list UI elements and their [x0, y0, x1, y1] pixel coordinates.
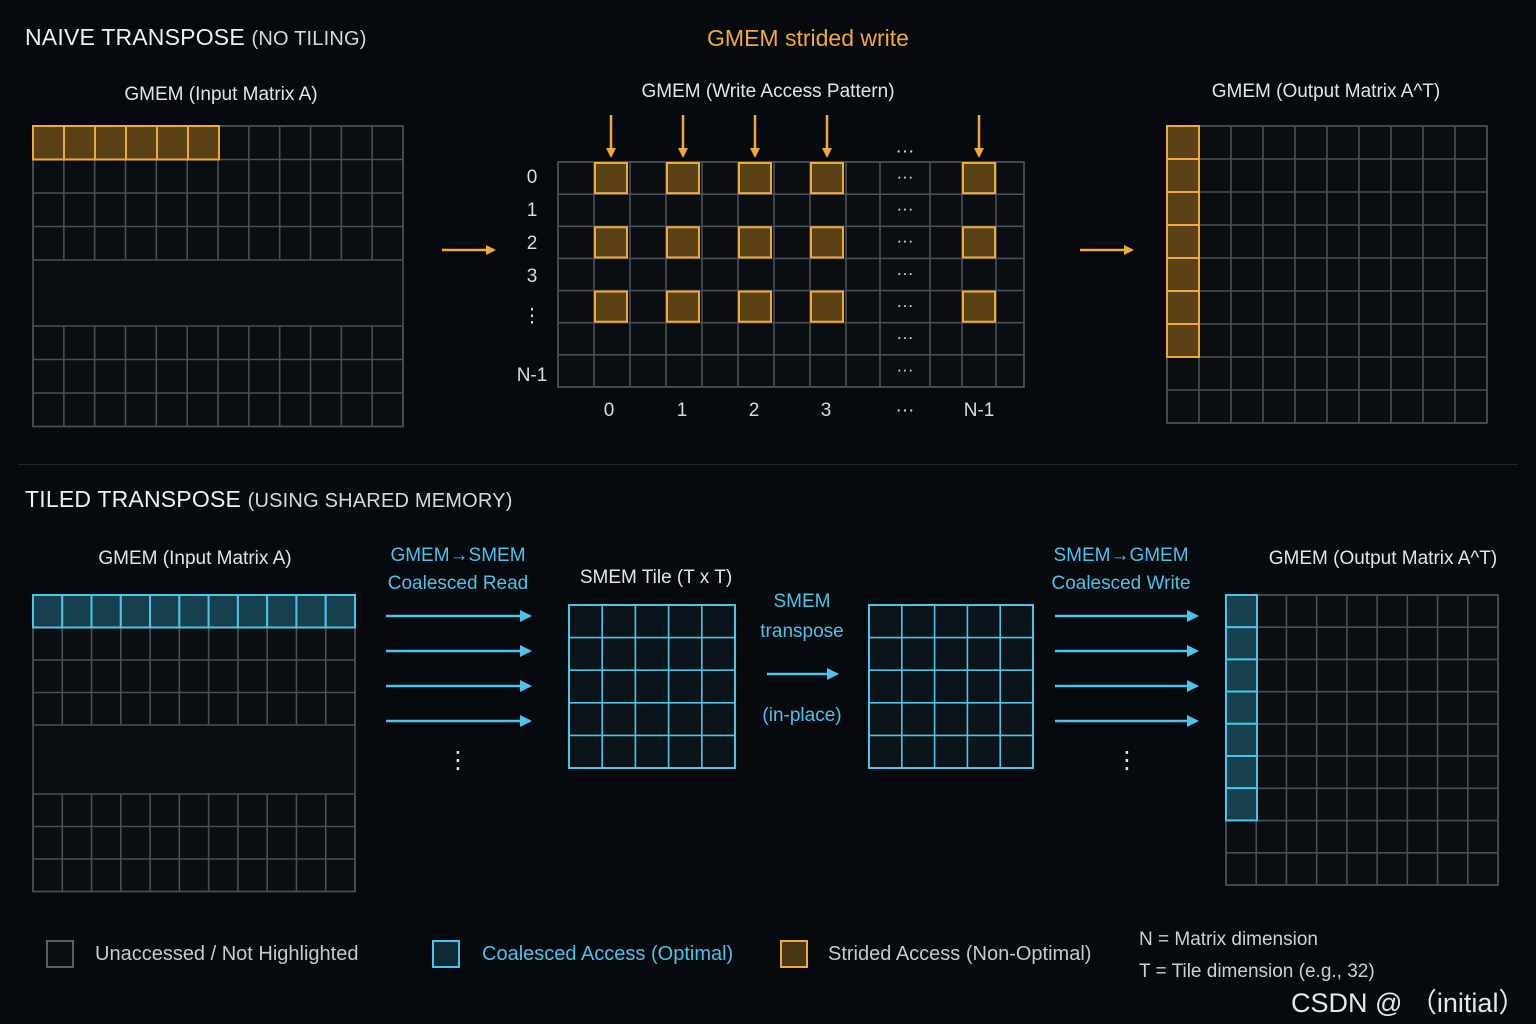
- naive-output-highlight-cell: [1166, 224, 1200, 259]
- naive-input-highlight-cell: [187, 125, 220, 161]
- naive-input-highlight-cell: [32, 125, 65, 161]
- pattern-strided-cell: [810, 226, 844, 259]
- naive-input-highlight-cell: [94, 125, 127, 161]
- tiled-input-coalesced-cell: [324, 594, 356, 629]
- naive-output-highlight-cell: [1166, 323, 1200, 358]
- pattern-strided-cell: [962, 290, 996, 323]
- pattern-grid-frame: [557, 161, 1025, 388]
- tiled-input-coalesced-cell: [61, 594, 93, 629]
- pattern-row-ellipsis: ···: [897, 296, 914, 315]
- naive-output-highlight-cell: [1166, 257, 1200, 292]
- pattern-strided-cell: [666, 226, 700, 259]
- pattern-col-label: 1: [677, 400, 688, 421]
- tiled-output-coalesced-cell: [1225, 787, 1258, 822]
- pattern-strided-cell: [962, 162, 996, 195]
- pattern-row-label: 0: [527, 167, 538, 188]
- naive-output-highlight-cell: [1166, 290, 1200, 325]
- tiled-input-coalesced-cell: [295, 594, 327, 629]
- tiled-input-coalesced-cell: [119, 594, 152, 629]
- naive-output-highlight-cell: [1166, 158, 1200, 193]
- pattern-strided-cell: [594, 226, 628, 259]
- pattern-top-ellipsis: ···: [896, 141, 915, 162]
- tiled-input-coalesced-cell: [90, 594, 122, 629]
- pattern-strided-cell: [594, 290, 628, 323]
- tiled-output-frame: [1225, 594, 1499, 886]
- pattern-strided-cell: [738, 290, 772, 323]
- tiled-output-coalesced-cell: [1225, 594, 1258, 629]
- pattern-strided-cell: [810, 162, 844, 195]
- pattern-row-ellipsis: ···: [897, 167, 914, 186]
- tiled-input-coalesced-cell: [178, 594, 210, 629]
- pattern-row-ellipsis: ···: [897, 231, 914, 250]
- naive-input-highlight-cell: [63, 125, 96, 161]
- pattern-strided-cell: [810, 290, 844, 323]
- pattern-strided-cell: [962, 226, 996, 259]
- pattern-col-label: N-1: [964, 400, 995, 421]
- naive-output-highlight-cell: [1166, 191, 1200, 226]
- tiled-input-coalesced-cell: [32, 594, 64, 629]
- pattern-col-label: 0: [604, 400, 615, 421]
- pattern-strided-cell: [738, 162, 772, 195]
- tiled-output-coalesced-cell: [1225, 658, 1258, 693]
- tiled-input-coalesced-cell: [149, 594, 181, 629]
- tiled-output-coalesced-cell: [1225, 722, 1258, 757]
- tiled-input-coalesced-cell: [266, 594, 298, 629]
- smem-tile-before-frame: [568, 604, 736, 769]
- pattern-strided-cell: [666, 290, 700, 323]
- pattern-col-label: 3: [821, 400, 832, 421]
- smem-tile-after-frame: [868, 604, 1034, 769]
- pattern-strided-cell: [666, 162, 700, 195]
- tiled-input-matrix-frame: [32, 594, 356, 893]
- tiled-output-coalesced-cell: [1225, 626, 1258, 661]
- pattern-strided-cell: [738, 226, 772, 259]
- naive-input-highlight-cell: [125, 125, 158, 161]
- tiled-output-coalesced-cell: [1225, 690, 1258, 725]
- pattern-row-label: ⋮: [523, 306, 542, 327]
- pattern-row-ellipsis: ···: [897, 263, 914, 282]
- naive-input-highlight-cell: [156, 125, 189, 161]
- pattern-strided-cell: [594, 162, 628, 195]
- pattern-row-ellipsis: ···: [897, 328, 914, 347]
- pattern-row-label: 3: [527, 266, 538, 287]
- pattern-row-label: N-1: [517, 365, 548, 386]
- pattern-row-ellipsis: ···: [897, 199, 914, 218]
- tiled-input-coalesced-cell: [207, 594, 239, 629]
- pattern-col-label: ···: [896, 400, 915, 421]
- pattern-col-label: 2: [749, 400, 760, 421]
- naive-output-highlight-cell: [1166, 125, 1200, 160]
- pattern-row-ellipsis: ···: [897, 360, 914, 379]
- transpose-diagram: ··· ··· ··· ··· ··· ··· ··· ··· 0 1 2 3 ⋮ N-1 0 1 2 3 ··· N…: [32, 115, 1499, 893]
- pattern-row-label: 2: [527, 233, 538, 254]
- tiled-input-coalesced-cell: [236, 594, 269, 629]
- tiled-output-coalesced-cell: [1225, 755, 1258, 790]
- pattern-row-label: 1: [527, 200, 538, 221]
